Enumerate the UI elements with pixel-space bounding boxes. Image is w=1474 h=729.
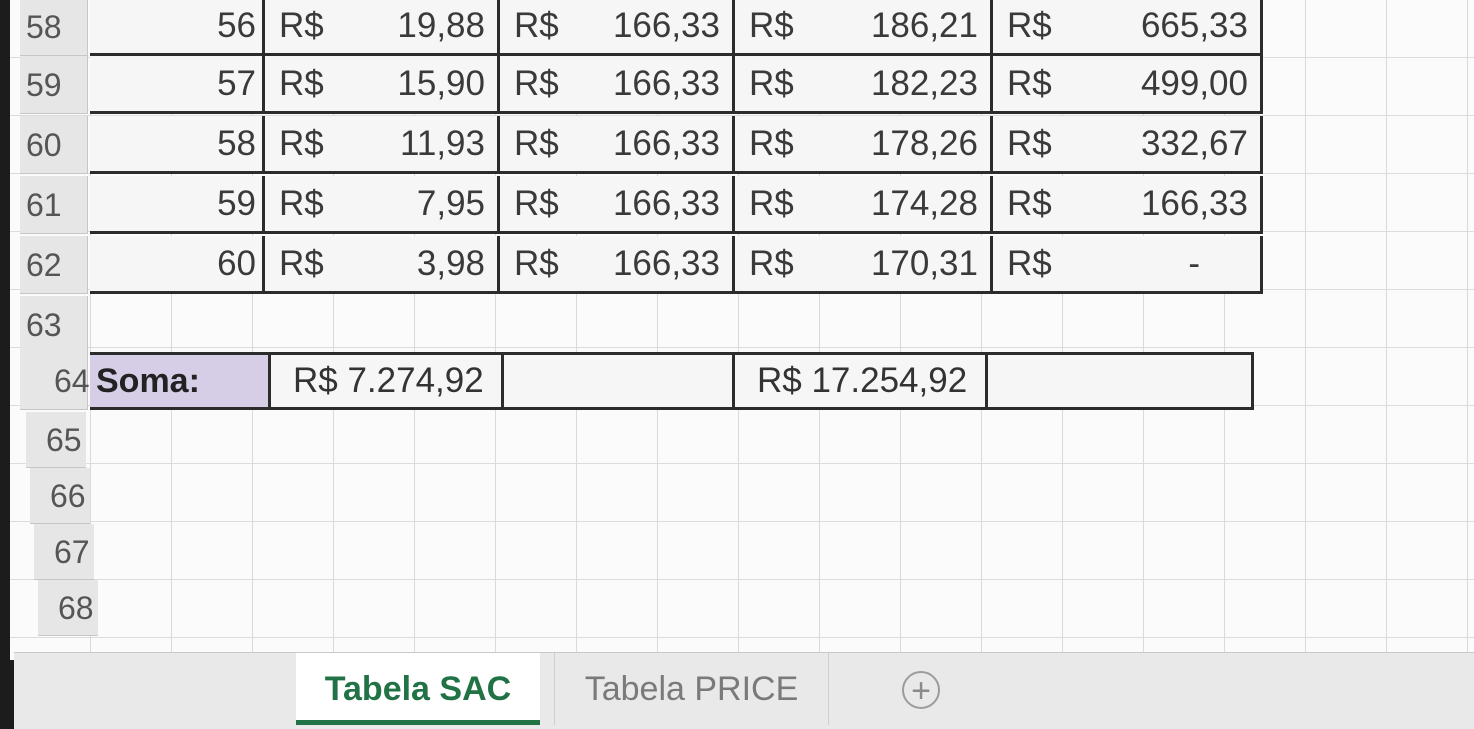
cell-prestacao[interactable]: R$ 178,26 bbox=[735, 116, 993, 174]
cell-value: 166,33 bbox=[612, 124, 720, 163]
cell-value: 665,33 bbox=[1140, 6, 1248, 45]
cell-value: 499,00 bbox=[1140, 64, 1248, 103]
cell-juros[interactable]: R$ 7,95 bbox=[265, 176, 500, 234]
currency-label: R$ bbox=[279, 124, 324, 163]
cell-value: 178,26 bbox=[870, 124, 978, 163]
soma-total-prestacao[interactable]: R$ 17.254,92 bbox=[735, 352, 988, 410]
cell-value: 166,33 bbox=[612, 184, 720, 223]
cell-saldo[interactable]: R$ - bbox=[993, 236, 1263, 294]
currency-label: R$ bbox=[279, 184, 324, 223]
cell-prestacao[interactable]: R$ 170,31 bbox=[735, 236, 993, 294]
cell-period[interactable]: 57 bbox=[90, 56, 265, 114]
currency-label: R$ bbox=[749, 244, 794, 283]
cell-value: 166,33 bbox=[612, 244, 720, 283]
row-header[interactable]: 61 bbox=[20, 176, 88, 234]
currency-label: R$ bbox=[514, 244, 559, 283]
currency-label: R$ bbox=[749, 184, 794, 223]
cell-value: 332,67 bbox=[1140, 124, 1248, 163]
currency-label: R$ bbox=[749, 6, 794, 45]
cell-value: 11,93 bbox=[400, 124, 485, 163]
row-header[interactable]: 66 bbox=[30, 468, 90, 524]
cell-value: 3,98 bbox=[416, 244, 485, 283]
currency-label: R$ bbox=[1007, 124, 1052, 163]
sheet-tab-bar: Tabela SAC Tabela PRICE + bbox=[14, 652, 1474, 729]
cell-amortizacao[interactable]: R$ 166,33 bbox=[500, 176, 735, 234]
row-header[interactable]: 63 bbox=[20, 296, 88, 354]
currency-label: R$ bbox=[514, 6, 559, 45]
cell-amortizacao[interactable]: R$ 166,33 bbox=[500, 56, 735, 114]
currency-label: R$ bbox=[1007, 64, 1052, 103]
currency-label: R$ bbox=[1007, 244, 1052, 283]
cell-period[interactable]: 58 bbox=[90, 116, 265, 174]
cell-prestacao[interactable]: R$ 186,21 bbox=[735, 0, 993, 56]
cell-value: 15,90 bbox=[397, 64, 485, 103]
cell-value: 170,31 bbox=[870, 244, 978, 283]
cell-value: 166,33 bbox=[1140, 184, 1248, 223]
soma-label[interactable]: Soma: bbox=[90, 352, 271, 410]
add-sheet-icon[interactable]: + bbox=[902, 671, 940, 709]
currency-label: R$ bbox=[279, 244, 324, 283]
cell-saldo[interactable]: R$ 665,33 bbox=[993, 0, 1263, 56]
cell-juros[interactable]: R$ 11,93 bbox=[265, 116, 500, 174]
row-header[interactable]: 58 bbox=[20, 0, 88, 56]
cell-period[interactable]: 60 bbox=[90, 236, 265, 294]
cell-prestacao[interactable]: R$ 174,28 bbox=[735, 176, 993, 234]
currency-label: R$ bbox=[1007, 184, 1052, 223]
cell-value: 7,95 bbox=[416, 184, 485, 223]
row-header[interactable]: 67 bbox=[34, 524, 94, 580]
soma-empty-cell[interactable] bbox=[988, 352, 1254, 410]
row-header[interactable]: 64 bbox=[20, 352, 90, 410]
soma-empty-cell[interactable] bbox=[504, 352, 735, 410]
cell-amortizacao[interactable]: R$ 166,33 bbox=[500, 236, 735, 294]
cell-amortizacao[interactable]: R$ 166,33 bbox=[500, 116, 735, 174]
tab-tabela-sac[interactable]: Tabela SAC bbox=[296, 653, 540, 725]
spreadsheet-grid[interactable]: 58 56 R$ 19,88 R$ 166,33 R$ 186,21 R$ 665,33… bbox=[10, 0, 1474, 660]
row-header[interactable]: 62 bbox=[20, 236, 88, 294]
cell-value: 174,28 bbox=[870, 184, 978, 223]
cell-value: 186,21 bbox=[870, 6, 978, 45]
currency-label: R$ bbox=[279, 64, 324, 103]
cell-period[interactable]: 56 bbox=[90, 0, 265, 56]
row-header[interactable]: 68 bbox=[38, 580, 98, 636]
cell-amortizacao[interactable]: R$ 166,33 bbox=[500, 0, 735, 56]
cell-period[interactable]: 59 bbox=[90, 176, 265, 234]
cell-saldo[interactable]: R$ 166,33 bbox=[993, 176, 1263, 234]
row-header[interactable]: 59 bbox=[20, 56, 88, 114]
currency-label: R$ bbox=[279, 6, 324, 45]
cell-saldo[interactable]: R$ 332,67 bbox=[993, 116, 1263, 174]
cell-value: 166,33 bbox=[612, 6, 720, 45]
currency-label: R$ bbox=[514, 184, 559, 223]
row-header[interactable]: 60 bbox=[20, 116, 88, 174]
row-header[interactable]: 65 bbox=[26, 412, 86, 468]
currency-label: R$ bbox=[1007, 6, 1052, 45]
cell-value: 182,23 bbox=[870, 64, 978, 103]
cell-saldo[interactable]: R$ 499,00 bbox=[993, 56, 1263, 114]
cell-value: 166,33 bbox=[612, 64, 720, 103]
currency-label: R$ bbox=[749, 124, 794, 163]
currency-label: R$ bbox=[514, 64, 559, 103]
soma-total-juros[interactable]: R$ 7.274,92 bbox=[271, 352, 504, 410]
cell-value: 19,88 bbox=[397, 6, 485, 45]
cell-value: - bbox=[1188, 244, 1200, 283]
cell-juros[interactable]: R$ 19,88 bbox=[265, 0, 500, 56]
currency-label: R$ bbox=[749, 64, 794, 103]
cell-juros[interactable]: R$ 15,90 bbox=[265, 56, 500, 114]
cell-juros[interactable]: R$ 3,98 bbox=[265, 236, 500, 294]
cell-prestacao[interactable]: R$ 182,23 bbox=[735, 56, 993, 114]
currency-label: R$ bbox=[514, 124, 559, 163]
tab-tabela-price[interactable]: Tabela PRICE bbox=[554, 653, 829, 725]
